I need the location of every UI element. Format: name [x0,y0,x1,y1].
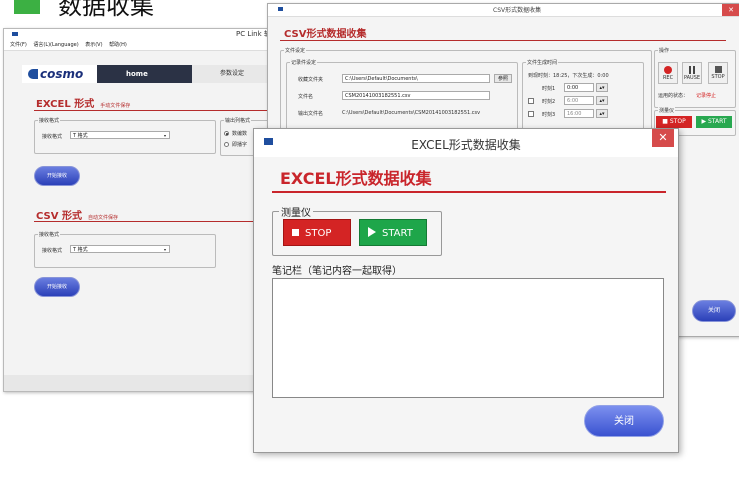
excel-window: EXCEL形式数据收集 ✕ EXCEL形式数据收集 测量仪 STOP START… [253,128,679,453]
page-heading: 数据收集 [58,0,154,20]
menu-language[interactable]: 语言(L)(Language) [33,42,78,48]
time3-input[interactable]: 16:00 [564,109,594,118]
csv-heading-line [280,40,726,41]
time2-label: 时刻2 [542,99,556,105]
folder-input[interactable]: C:\Users\Default\Documents\ [342,74,490,83]
start-receive-button-2[interactable]: 开始接收 [34,277,80,297]
radio-option-2-label: 即播字 [232,142,248,148]
output-filename-value: C:\Users\Default\Documents\CSM2014100318… [342,110,481,116]
nav-home[interactable]: home [126,65,148,83]
time3-checkbox[interactable] [528,111,534,117]
menu-file[interactable]: 文件(F) [10,42,27,48]
app-icon [278,7,283,11]
stop-icon [292,229,299,236]
pclink-titlebar: PC Link 软 [4,29,280,40]
menu-bar: 文件(F) 语言(L)(Language) 表示(V) 帮助(H) [4,40,280,51]
stop-icon [714,66,722,73]
csv-heading: CSV形式数据收集 [284,29,367,40]
cosmo-logo: COSMO [22,65,97,83]
excel-heading: EXCEL形式数据收集 [280,169,432,188]
csv-titlebar: CSV形式数据收集 ✕ [268,4,739,17]
time-info: 到现时刻：18:25，下次生成：0:00 [528,73,609,79]
excel-section-line [34,110,278,111]
nav-param-settings[interactable]: 参数设定 [192,65,272,83]
recv-format-select[interactable]: T 格式 ▾ [70,131,170,139]
csv-section-title: CSV 形式 自动文件保存 [36,211,118,222]
csv-section-line [34,221,278,222]
radio-option-2[interactable] [224,142,229,147]
pclink-window: PC Link 软 文件(F) 语言(L)(Language) 表示(V) 帮助… [3,28,282,392]
csv-window-title: CSV形式数据收集 [493,7,542,14]
stop-button[interactable]: STOP [708,62,728,84]
pclink-title: PC Link 软 [236,30,271,38]
heading-mark [14,0,40,14]
pause-button[interactable]: PAUSE [682,62,702,84]
output-filename-label: 输出文件名 [298,111,324,117]
browse-button[interactable]: 参照 [494,74,512,83]
excel-heading-line [272,191,666,193]
pclink-footer [4,375,280,391]
menu-view[interactable]: 表示(V) [85,42,102,48]
play-icon [368,227,376,237]
close-icon[interactable]: ✕ [652,129,674,147]
running-status-label: 运用的状态： [658,93,689,99]
excel-titlebar: EXCEL形式数据收集 ✕ [254,129,678,157]
radio-option-1[interactable] [224,131,229,136]
excel-window-title: EXCEL形式数据收集 [411,138,521,152]
time1-label: 时刻1 [542,86,556,92]
csv-meter-start-button[interactable]: ▶ START [696,116,732,128]
time3-label: 时刻3 [542,112,556,118]
notes-textarea[interactable] [272,278,664,398]
nav-bar: COSMO home 参数设定 [22,65,278,83]
notes-label: 笔记栏（笔记内容一起取得） [272,266,402,277]
excel-section-title: EXCEL 形式 手动文件保存 [36,99,131,110]
time2-checkbox[interactable] [528,98,534,104]
filename-label: 文件名 [298,94,314,100]
pause-icon [689,66,695,74]
recv-format-select-2[interactable]: T 格式 ▾ [70,245,170,253]
rec-button[interactable]: REC [658,62,678,84]
time2-input[interactable]: 6:00 [564,96,594,105]
time1-input[interactable]: 0:00 [564,83,594,92]
menu-help[interactable]: 帮助(H) [109,42,127,48]
csv-close-button[interactable]: 关闭 [692,300,736,322]
folder-label: 收藏文件夹 [298,77,324,83]
recv-format-label: 接收格式 [42,134,63,140]
radio-option-1-label: 数编数 [232,131,248,137]
time1-spinner[interactable]: ▴▾ [596,83,608,92]
stop-button[interactable]: STOP [283,219,351,246]
time3-spinner[interactable]: ▴▾ [596,109,608,118]
record-icon [664,66,672,74]
start-button[interactable]: START [359,219,427,246]
time2-spinner[interactable]: ▴▾ [596,96,608,105]
filename-input[interactable]: CSM20141003182551.csv [342,91,490,100]
meter-group-label: 测量仪 [279,204,313,219]
app-icon [12,32,18,36]
close-button[interactable]: 关闭 [584,405,664,437]
running-status-value: 记录停止 [696,93,717,99]
start-receive-button[interactable]: 开始接收 [34,166,80,186]
meter-group: 测量仪 STOP START [272,204,442,256]
recv-format-label-2: 接收格式 [42,248,63,254]
close-icon[interactable]: ✕ [722,4,739,16]
csv-meter-stop-button[interactable]: ■ STOP [656,116,692,128]
